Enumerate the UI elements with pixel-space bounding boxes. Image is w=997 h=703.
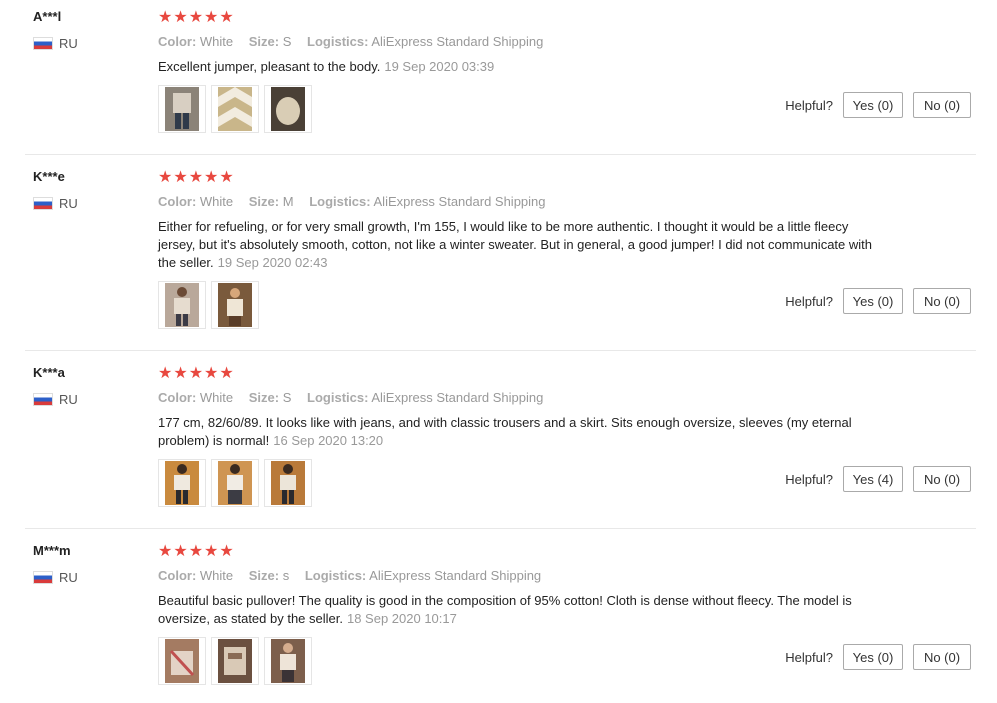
helpful-label: Helpful? bbox=[785, 650, 833, 665]
review-content: Beautiful basic pullover! The quality is… bbox=[158, 592, 888, 628]
review-list: A***l RU ★★★★★ Color: White Size: S Logi… bbox=[0, 0, 997, 703]
country-code: RU bbox=[59, 570, 78, 585]
size-value: s bbox=[282, 568, 290, 583]
color-label: Color: bbox=[158, 568, 197, 583]
review-meta: Color: White Size: s Logistics: AliExpre… bbox=[158, 568, 553, 583]
helpful-yes-button[interactable]: Yes (0) bbox=[843, 644, 903, 670]
review-date: 18 Sep 2020 10:17 bbox=[346, 611, 457, 626]
helpful-no-button[interactable]: No (0) bbox=[913, 644, 971, 670]
review-photos bbox=[158, 637, 312, 685]
logistics-value: AliExpress Standard Shipping bbox=[369, 568, 542, 583]
photo-thumbnail-icon bbox=[165, 639, 199, 683]
review-photo[interactable] bbox=[211, 637, 259, 685]
reviewer-name: M***m bbox=[33, 543, 71, 558]
review-photo[interactable] bbox=[264, 637, 312, 685]
photo-thumbnail-icon bbox=[218, 639, 252, 683]
color-value: White bbox=[199, 568, 234, 583]
size-label: Size: bbox=[248, 568, 280, 583]
photo-thumbnail-icon bbox=[271, 639, 305, 683]
logistics-label: Logistics: bbox=[304, 568, 367, 583]
russia-flag-icon bbox=[33, 571, 53, 584]
review-photo[interactable] bbox=[158, 637, 206, 685]
review-text: Beautiful basic pullover! The quality is… bbox=[158, 593, 852, 626]
reviewer-country: RU bbox=[33, 570, 78, 585]
review-item: M***m RU ★★★★★ Color: White Size: s Logi… bbox=[0, 0, 997, 703]
star-rating: ★★★★★ bbox=[158, 543, 235, 560]
